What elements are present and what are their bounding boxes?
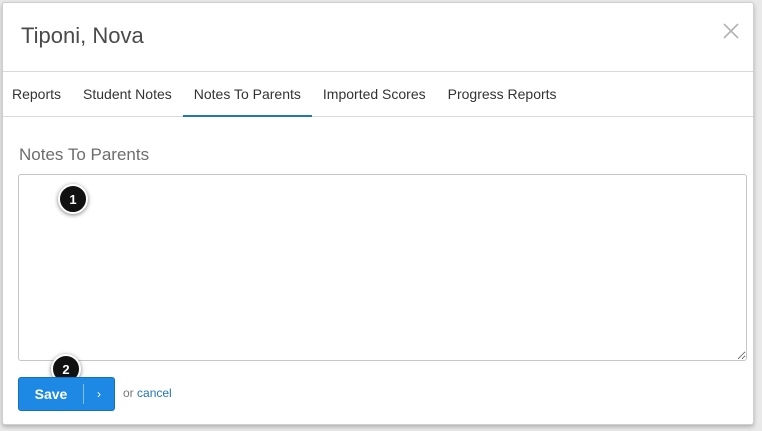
tab-imported-scores[interactable]: Imported Scores [312, 72, 437, 117]
tab-progress-reports[interactable]: Progress Reports [437, 72, 568, 117]
save-button[interactable]: Save › [18, 377, 115, 411]
save-button-label: Save [34, 386, 68, 402]
modal-title: Tiponi, Nova [21, 23, 144, 48]
chevron-right-icon[interactable]: › [84, 387, 114, 401]
tab-bar: Reports Student Notes Notes To Parents I… [3, 72, 753, 117]
tab-reports[interactable]: Reports [3, 72, 72, 117]
tab-notes-to-parents[interactable]: Notes To Parents [182, 72, 312, 117]
or-cancel: or cancel [123, 386, 172, 400]
notes-to-parents-textarea[interactable] [18, 174, 747, 361]
tab-student-notes[interactable]: Student Notes [72, 72, 183, 117]
close-icon[interactable] [721, 21, 741, 41]
or-text: or [123, 386, 134, 400]
section-title: Notes To Parents [19, 145, 150, 164]
step-callout-1: 1 [58, 184, 88, 214]
cancel-link[interactable]: cancel [137, 386, 172, 400]
student-modal: Tiponi, Nova Reports Student Notes Notes… [2, 2, 754, 425]
